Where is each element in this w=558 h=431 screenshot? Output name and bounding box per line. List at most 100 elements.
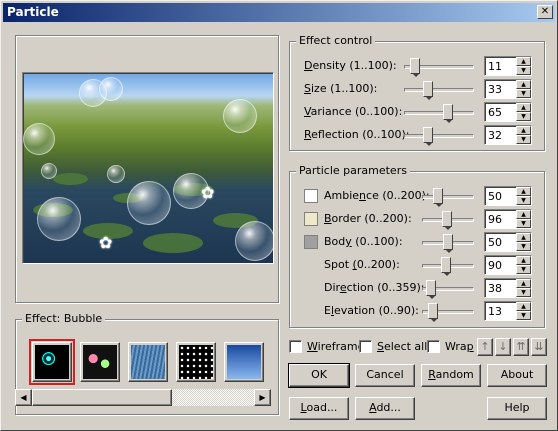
preview-panel: ✿ ✿	[15, 35, 279, 303]
spin-value[interactable]: 50	[488, 236, 502, 249]
wireframe-checkbox[interactable]	[289, 340, 302, 353]
spin-value[interactable]: 33	[488, 83, 502, 96]
effect-control-spinbox[interactable]: 32 ▲ ▼	[484, 125, 532, 145]
slider-thumb[interactable]	[428, 303, 438, 322]
random-button[interactable]: Random	[421, 364, 481, 387]
move-down-button[interactable]: ↓	[495, 338, 511, 356]
particle-parameter-label: Spot (0..200):	[324, 258, 400, 271]
particle-parameter-slider[interactable]	[422, 211, 474, 230]
effect-snow-thumb[interactable]	[176, 342, 216, 382]
spin-up-button[interactable]: ▲	[516, 302, 531, 311]
particle-parameter-spinbox[interactable]: 50 ▲ ▼	[484, 186, 532, 206]
spin-up-button[interactable]: ▲	[516, 126, 531, 135]
spin-up-button[interactable]: ▲	[516, 187, 531, 196]
color-swatch[interactable]	[304, 189, 318, 203]
particle-parameter-spinbox[interactable]: 50 ▲ ▼	[484, 232, 532, 252]
effect-sky-thumb[interactable]	[224, 342, 264, 382]
effect-scrollbar[interactable]: ◀ ▶	[15, 389, 271, 406]
slider-thumb[interactable]	[443, 104, 453, 123]
spin-down-button[interactable]: ▼	[516, 242, 531, 251]
spin-value[interactable]: 11	[488, 60, 502, 73]
scroll-left-button[interactable]: ◀	[15, 389, 32, 406]
spin-value[interactable]: 32	[488, 129, 502, 142]
particle-parameter-spinbox[interactable]: 96 ▲ ▼	[484, 209, 532, 229]
select-all-label: Select all	[377, 340, 428, 353]
about-button[interactable]: About	[487, 364, 547, 387]
add-button[interactable]: Add...	[355, 397, 415, 420]
move-top-button[interactable]: ⇈	[513, 338, 529, 356]
slider-thumb[interactable]	[433, 188, 443, 207]
particle-parameter-slider[interactable]	[422, 257, 474, 276]
color-swatch[interactable]	[304, 235, 318, 249]
effect-control-legend: Effect control	[296, 34, 376, 48]
spin-up-button[interactable]: ▲	[516, 279, 531, 288]
effect-control-slider[interactable]	[404, 127, 474, 146]
cancel-button[interactable]: Cancel	[355, 364, 415, 387]
particle-parameter-spinbox[interactable]: 13 ▲ ▼	[484, 301, 532, 321]
move-up-button[interactable]: ↑	[477, 338, 493, 356]
load-button[interactable]: Load...	[289, 397, 349, 420]
slider-thumb[interactable]	[423, 127, 433, 146]
effect-control-spinbox[interactable]: 65 ▲ ▼	[484, 102, 532, 122]
effect-control-slider[interactable]	[404, 58, 474, 77]
ok-button[interactable]: OK	[288, 363, 350, 388]
particle-parameter-spinbox[interactable]: 38 ▲ ▼	[484, 278, 532, 298]
effect-rain-thumb[interactable]	[128, 342, 168, 382]
spin-down-button[interactable]: ▼	[516, 196, 531, 205]
slider-track	[404, 88, 474, 92]
spin-value[interactable]: 96	[488, 213, 502, 226]
effect-glow-thumb[interactable]	[80, 342, 120, 382]
slider-thumb[interactable]	[443, 234, 453, 253]
spin-up-button[interactable]: ▲	[516, 210, 531, 219]
close-button[interactable]: ✕	[537, 5, 553, 19]
effect-control-slider[interactable]	[404, 104, 474, 123]
spin-down-button[interactable]: ▼	[516, 311, 531, 320]
spin-down-button[interactable]: ▼	[516, 112, 531, 121]
scroll-thumb[interactable]	[32, 389, 172, 406]
effect-control-spinbox[interactable]: 33 ▲ ▼	[484, 79, 532, 99]
spin-down-button[interactable]: ▼	[516, 265, 531, 274]
effect-control-slider[interactable]	[404, 81, 474, 100]
effect-legend: Effect: Bubble	[22, 312, 106, 326]
spin-down-button[interactable]: ▼	[516, 89, 531, 98]
select-all-checkbox[interactable]	[359, 340, 372, 353]
help-button[interactable]: Help	[487, 397, 547, 420]
spin-up-button[interactable]: ▲	[516, 57, 531, 66]
effect-control-spinbox[interactable]: 11 ▲ ▼	[484, 56, 532, 76]
slider-thumb[interactable]	[410, 58, 420, 77]
particle-parameter-label: Border (0..200):	[324, 212, 412, 225]
particle-parameter-slider[interactable]	[422, 234, 474, 253]
effect-bubble-thumb[interactable]	[29, 339, 75, 385]
color-swatch[interactable]	[304, 212, 318, 226]
move-bottom-button[interactable]: ⇊	[531, 338, 547, 356]
effect-control-row: Density (1..100): 11 ▲ ▼	[304, 56, 544, 77]
particle-parameter-slider[interactable]	[422, 303, 474, 322]
spin-value[interactable]: 13	[488, 305, 502, 318]
effect-control-row: Size (1..100): 33 ▲ ▼	[304, 79, 544, 100]
particle-parameter-slider[interactable]	[422, 280, 474, 299]
slider-thumb[interactable]	[423, 81, 433, 100]
scroll-track[interactable]	[32, 389, 254, 406]
spin-down-button[interactable]: ▼	[516, 66, 531, 75]
slider-thumb[interactable]	[442, 211, 452, 230]
particle-parameter-slider[interactable]	[422, 188, 474, 207]
spin-value[interactable]: 65	[488, 106, 502, 119]
spin-up-button[interactable]: ▲	[516, 80, 531, 89]
spin-down-button[interactable]: ▼	[516, 288, 531, 297]
spin-up-button[interactable]: ▲	[516, 103, 531, 112]
slider-thumb[interactable]	[441, 257, 451, 276]
spin-down-button[interactable]: ▼	[516, 219, 531, 228]
spin-value[interactable]: 90	[488, 259, 502, 272]
wrap-checkbox[interactable]	[427, 340, 440, 353]
spin-value[interactable]: 38	[488, 282, 502, 295]
particle-parameter-spinbox[interactable]: 90 ▲ ▼	[484, 255, 532, 275]
spin-up-button[interactable]: ▲	[516, 233, 531, 242]
effect-control-row: Reflection (0..100): 32 ▲ ▼	[304, 125, 544, 146]
arrow-to-bottom-icon: ⇊	[534, 340, 544, 353]
spin-down-button[interactable]: ▼	[516, 135, 531, 144]
scroll-right-button[interactable]: ▶	[254, 389, 271, 406]
effect-control-label: Variance (0..100):	[304, 105, 403, 118]
spin-up-button[interactable]: ▲	[516, 256, 531, 265]
slider-thumb[interactable]	[426, 280, 436, 299]
spin-value[interactable]: 50	[488, 190, 502, 203]
